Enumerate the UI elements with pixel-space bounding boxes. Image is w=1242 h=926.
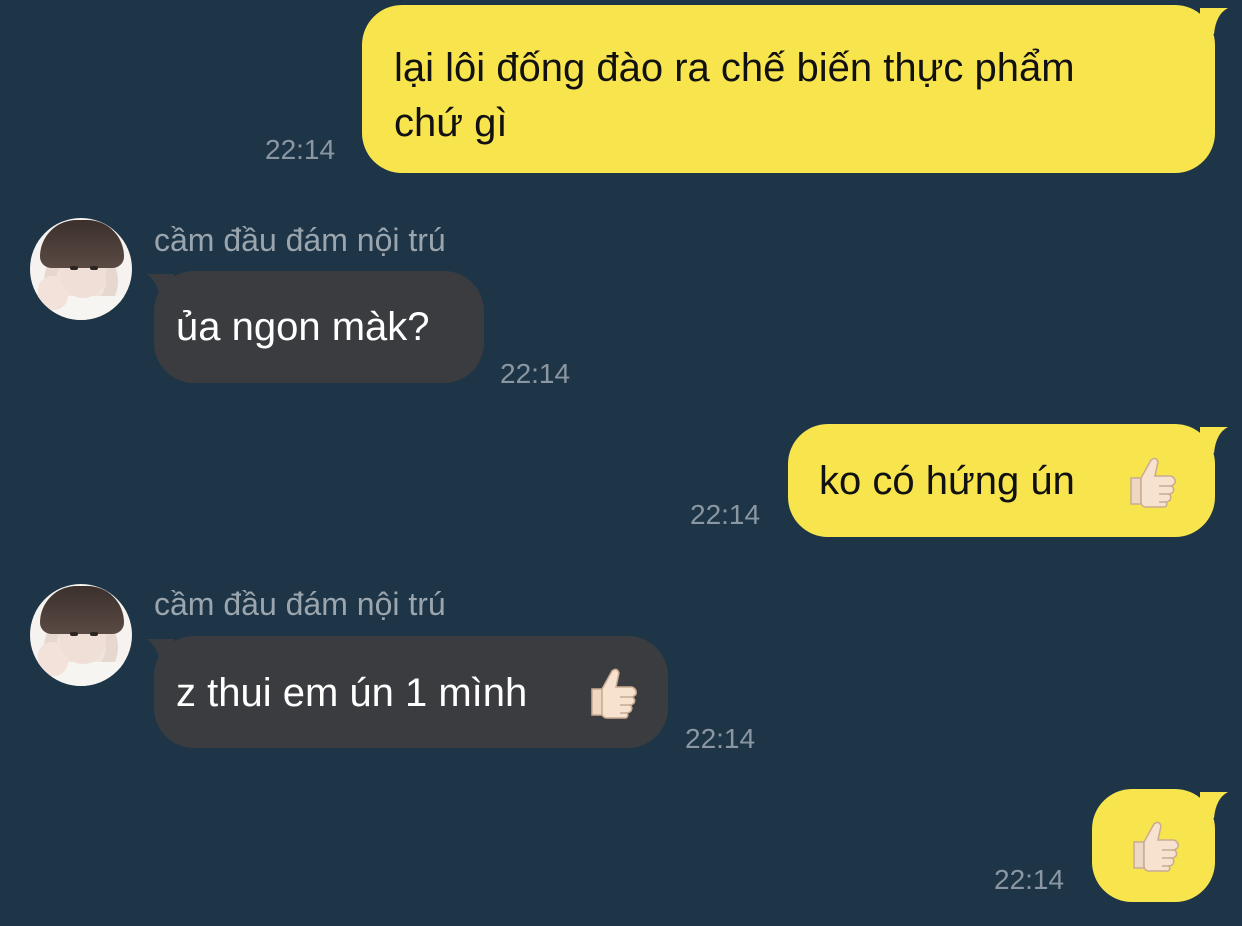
sender-avatar[interactable] [30, 218, 132, 320]
sender-name: cầm đầu đám nội trú [154, 586, 446, 622]
message-timestamp: 22:14 [685, 723, 756, 754]
message-text: ko có hứng ún [819, 459, 1075, 503]
bubble-tail [1200, 427, 1228, 453]
message-text-line-2: chứ gì [394, 101, 508, 145]
thumbs-up-icon [1130, 457, 1176, 508]
message-text: ủa ngon màk? [176, 305, 430, 349]
message-timestamp: 22:14 [265, 134, 336, 165]
message-timestamp: 22:14 [994, 864, 1065, 895]
thumbs-up-icon [1133, 821, 1179, 872]
incoming-message-bubble[interactable]: ủa ngon màk? [154, 271, 484, 383]
outgoing-message-bubble[interactable]: lại lôi đống đào ra chế biến thực phẩm c… [362, 5, 1215, 173]
message-text: lại lôi đống đào ra chế biến thực phẩm [394, 46, 1075, 90]
outgoing-message-bubble[interactable] [1092, 789, 1215, 902]
thumbs-up-icon [591, 668, 637, 719]
message-timestamp: 22:14 [690, 499, 761, 530]
message-timestamp: 22:14 [500, 358, 571, 389]
outgoing-message-bubble[interactable]: ko có hứng ún [788, 424, 1215, 537]
incoming-message-bubble[interactable]: z thui em ún 1 mình [154, 636, 668, 748]
sender-name: cầm đầu đám nội trú [154, 222, 446, 258]
bubble-tail [1200, 8, 1228, 34]
sender-avatar[interactable] [30, 584, 132, 686]
chat-thread[interactable]: 22:14 lại lôi đống đào ra chế biến thực … [0, 0, 1242, 926]
message-text: z thui em ún 1 mình [176, 671, 528, 715]
bubble-tail [1200, 792, 1228, 818]
